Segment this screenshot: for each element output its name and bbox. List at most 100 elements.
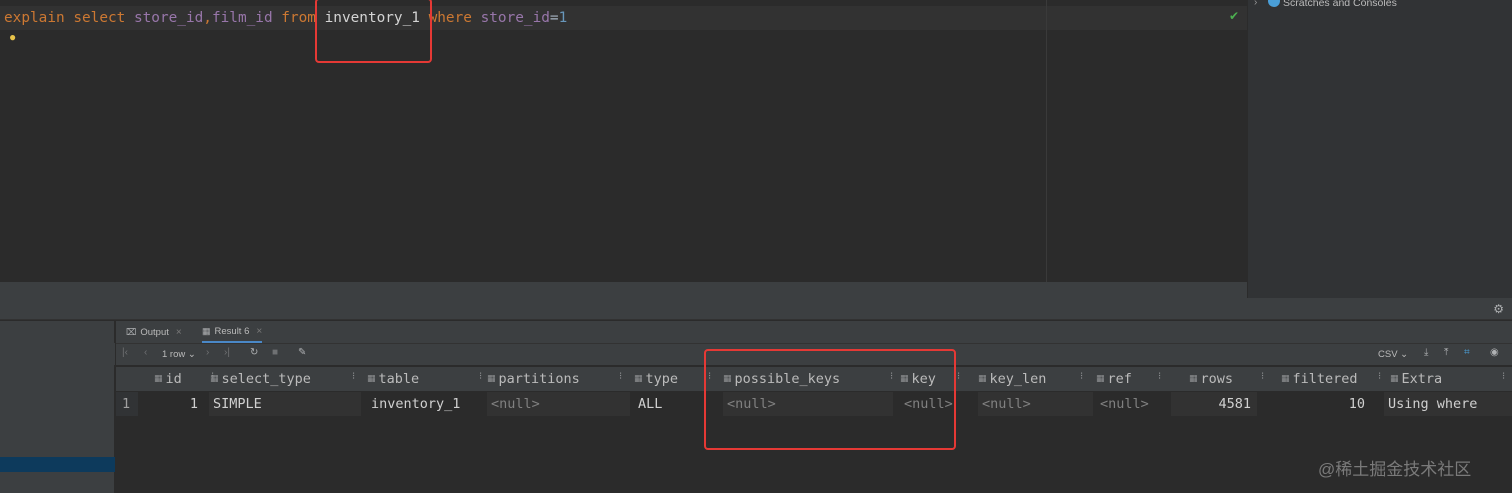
sql-token: store_id — [480, 10, 550, 26]
column-icon: ▦ — [978, 374, 987, 384]
sort-handle-icon[interactable]: ⁝ — [1261, 371, 1264, 382]
column-icon: ▦ — [367, 374, 376, 384]
cell-filtered[interactable]: 10 — [1276, 392, 1371, 416]
sort-handle-icon[interactable]: ⁝ — [1080, 371, 1083, 382]
column-header-filtered[interactable]: ▦ filtered — [1281, 367, 1376, 391]
column-icon: ▦ — [1189, 374, 1198, 384]
next-page-icon[interactable]: › — [206, 347, 209, 358]
right-margin-guide — [1046, 0, 1047, 282]
tree-item[interactable] — [0, 343, 115, 365]
close-icon[interactable]: × — [176, 327, 182, 338]
column-header-id[interactable]: ▦ id — [154, 367, 209, 391]
tree-item-selected[interactable] — [0, 457, 115, 472]
cell-partitions[interactable]: <null> — [487, 392, 630, 416]
sql-token: = — [549, 10, 559, 26]
watermark: @稀土掘金技术社区 — [1318, 460, 1472, 479]
upload-icon[interactable]: ⤒ — [1444, 347, 1448, 358]
sort-handle-icon[interactable]: ⁝ — [352, 371, 355, 382]
intention-bulb-icon[interactable]: ● — [9, 30, 16, 44]
cell-key_len[interactable]: <null> — [978, 392, 1093, 416]
first-page-icon[interactable]: |‹ — [122, 347, 128, 358]
column-header-type[interactable]: ▦ type — [634, 367, 706, 391]
column-header-select_type[interactable]: ▦ select_type — [210, 367, 350, 391]
sql-token: select — [73, 10, 126, 26]
column-icon: ▦ — [1096, 374, 1105, 384]
export-format-label: CSV — [1378, 349, 1398, 360]
gear-icon[interactable]: ⚙ — [1493, 302, 1504, 316]
column-header-label: Extra — [1401, 371, 1443, 387]
sql-token: from — [281, 10, 316, 26]
cell-extra[interactable]: Using where — [1384, 392, 1512, 416]
sort-handle-icon[interactable]: ⁝ — [1378, 371, 1381, 382]
cell-select_type[interactable]: SIMPLE — [209, 392, 361, 416]
tab-result[interactable]: ▦ Result 6 × — [202, 321, 263, 343]
sort-handle-icon[interactable]: ⁝ — [1502, 371, 1505, 382]
cell-rows[interactable]: 4581 — [1171, 392, 1257, 416]
sort-handle-icon[interactable]: ⁝ — [479, 371, 482, 382]
sql-token: store_id — [133, 10, 204, 26]
sql-editor[interactable]: explain select store_id,film_id from inv… — [0, 0, 1247, 282]
column-header-label: ref — [1107, 371, 1132, 387]
tab-output[interactable]: ⌧ Output × — [126, 321, 182, 343]
cell-id[interactable]: 1 — [138, 392, 204, 416]
column-icon: ▦ — [210, 374, 219, 384]
column-header-label: key_len — [989, 371, 1047, 387]
row-number: 1 — [116, 392, 138, 416]
sql-token: , — [203, 10, 212, 26]
column-icon: ▦ — [1281, 374, 1290, 384]
column-header-extra[interactable]: ▦ Extra — [1390, 367, 1500, 391]
layout-icon[interactable]: ⌗ — [1464, 347, 1470, 358]
sort-handle-icon[interactable]: ⁝ — [957, 371, 960, 382]
previous-page-icon[interactable]: ‹ — [144, 347, 147, 358]
row-count-label: 1 row — [162, 349, 186, 360]
sql-token: explain — [4, 10, 65, 26]
column-header-key_len[interactable]: ▦ key_len — [978, 367, 1078, 391]
table-name-highlight-box — [315, 0, 432, 63]
column-header-label: filtered — [1292, 371, 1358, 387]
cell-ref[interactable]: <null> — [1096, 392, 1168, 416]
column-header-label: type — [645, 371, 679, 387]
sql-statement[interactable]: explain select store_id,film_id from inv… — [4, 8, 567, 28]
column-header-table[interactable]: ▦ table — [367, 367, 477, 391]
table-icon: ▦ — [202, 325, 211, 336]
services-tree — [0, 321, 115, 493]
inspection-ok-icon[interactable]: ✔ — [1229, 9, 1239, 23]
cell-table[interactable]: inventory_1 — [367, 392, 484, 416]
tab-result-label: Result 6 — [214, 325, 250, 337]
column-icon: ▦ — [487, 374, 496, 384]
scratches-icon — [1268, 0, 1280, 7]
column-header-rows[interactable]: ▦ rows — [1189, 367, 1259, 391]
column-icon: ▦ — [154, 374, 163, 384]
last-page-icon[interactable]: ›| — [224, 347, 230, 358]
stop-icon[interactable]: ■ — [272, 347, 278, 358]
pin-icon[interactable]: ✎ — [298, 347, 306, 358]
column-header-label: select_type — [221, 371, 311, 387]
sql-token: where — [428, 10, 472, 26]
column-header-partitions[interactable]: ▦ partitions — [487, 367, 617, 391]
column-header-ref[interactable]: ▦ ref — [1096, 367, 1156, 391]
eye-icon[interactable]: ◉ — [1490, 347, 1499, 358]
column-header-label: id — [165, 371, 182, 387]
panel-divider[interactable] — [0, 282, 1247, 298]
expand-chevron-icon[interactable]: › — [1254, 0, 1257, 8]
scratches-and-consoles-item[interactable]: Scratches and Consoles — [1283, 0, 1397, 9]
services-header: ⚙ — [0, 298, 1512, 320]
column-header-label: rows — [1200, 371, 1234, 387]
column-header-label: table — [378, 371, 420, 387]
result-tabs: ⌧ Output × ▦ Result 6 × — [116, 321, 1512, 343]
export-format-selector[interactable]: CSV ⌄ — [1378, 349, 1408, 360]
close-icon[interactable]: × — [256, 326, 262, 337]
sort-handle-icon[interactable]: ⁝ — [1158, 371, 1161, 382]
download-icon[interactable]: ⤓ — [1424, 347, 1428, 358]
row-count-selector[interactable]: 1 row ⌄ — [162, 349, 196, 360]
tab-output-label: Output — [140, 326, 169, 338]
column-icon: ▦ — [1390, 374, 1399, 384]
keys-highlight-box — [704, 349, 956, 450]
column-header-label: partitions — [498, 371, 580, 387]
refresh-icon[interactable]: ↻ — [250, 347, 258, 358]
column-icon: ▦ — [634, 374, 643, 384]
sort-handle-icon[interactable]: ⁝ — [619, 371, 622, 382]
